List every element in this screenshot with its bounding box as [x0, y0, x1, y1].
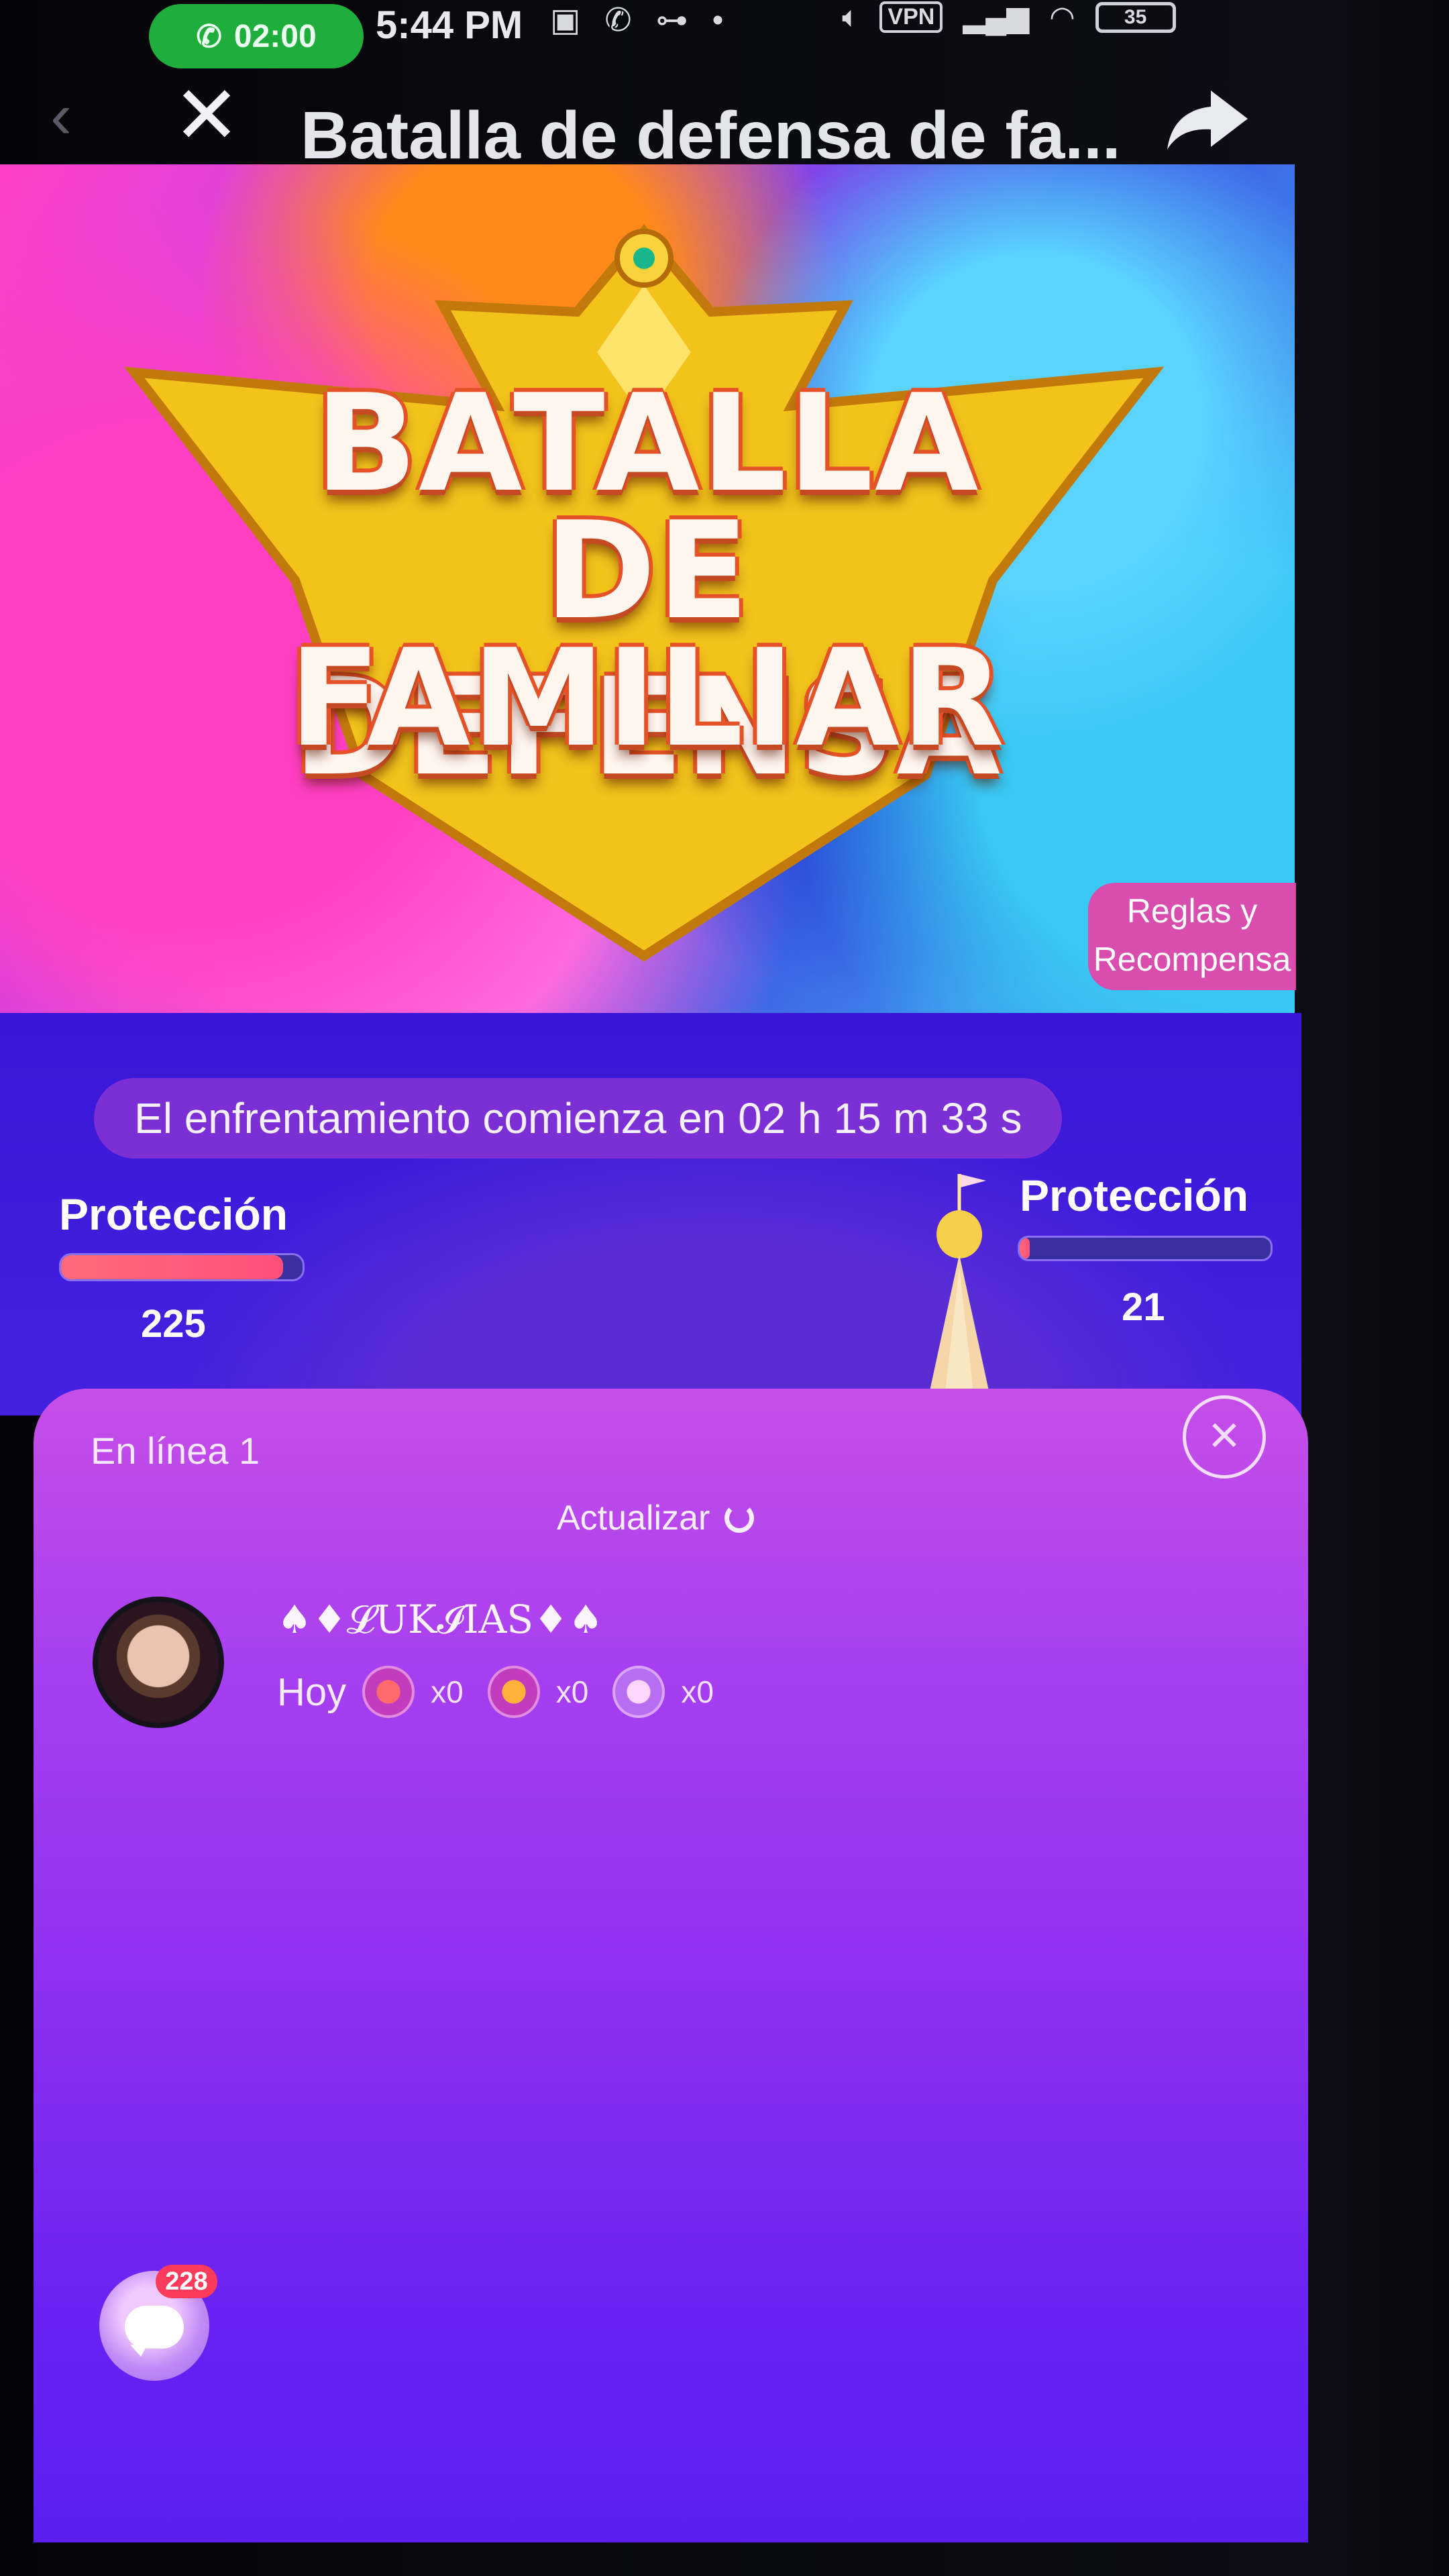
- dot-icon: •: [712, 2, 724, 38]
- today-gifts: Hoy x0 x0 x0: [277, 1666, 722, 1718]
- close-panel-button[interactable]: ×: [1183, 1395, 1266, 1479]
- countdown-timer: El enfrentamiento comienza en 02 h 15 m …: [94, 1078, 1063, 1159]
- left-protection-label: Protección: [59, 1189, 288, 1239]
- close-icon[interactable]: ✕: [166, 75, 247, 159]
- online-count: En línea 1: [91, 1430, 260, 1472]
- refresh-icon: [724, 1503, 755, 1533]
- share-icon[interactable]: [1164, 84, 1251, 158]
- wifi-icon: ◠: [1049, 1, 1075, 34]
- system-icons: 🔈︎ VPN ▂▄▆ ◠ 35: [842, 0, 1176, 34]
- rules-label-line-1: Reglas y: [1126, 892, 1258, 930]
- app-notification-icon: ▣: [550, 3, 581, 38]
- chat-unread-badge: 228: [156, 2265, 217, 2298]
- shield-gift-icon: [612, 1666, 665, 1718]
- key-icon: ⊶: [655, 3, 688, 38]
- status-bar: ✆ 02:00 5:44 PM ▣ ✆ ⊶ • 🔈︎ VPN ▂▄▆ ◠ 35: [0, 0, 1315, 74]
- flame-gift-icon: [362, 1666, 415, 1718]
- clock: 5:44 PM: [376, 3, 523, 47]
- left-protection-fill: [61, 1255, 284, 1279]
- page-title: Batalla de defensa de fa...: [301, 98, 1121, 173]
- avatar[interactable]: [93, 1597, 224, 1728]
- volume-icon: 🔈︎: [842, 0, 860, 34]
- battery-icon: 35: [1095, 1, 1176, 33]
- phone-icon: ✆: [604, 3, 632, 38]
- gift-count: x0: [555, 1674, 589, 1709]
- gift-count: x0: [681, 1674, 714, 1709]
- right-protection-bar: [1018, 1236, 1273, 1261]
- vpn-icon: VPN: [879, 1, 943, 33]
- online-users-panel: En línea 1 × Actualizar ♠♦𝓛UK𝓘IAS♦♠ Hoy …: [34, 1389, 1308, 2542]
- battle-area: El enfrentamiento comienza en 02 h 15 m …: [0, 1013, 1301, 1415]
- back-icon[interactable]: ‹: [50, 84, 91, 150]
- rules-rewards-button[interactable]: Reglas y Recompensa: [1088, 883, 1296, 990]
- title-line-3: FAMILIAR: [288, 621, 1006, 777]
- gift-count: x0: [431, 1674, 464, 1709]
- user-name: ♠♦𝓛UK𝓘IAS♦♠: [277, 1597, 604, 1642]
- top-navigation: ‹ ✕ Batalla de defensa de fa...: [0, 64, 1315, 173]
- chat-icon: [125, 2306, 184, 2357]
- refresh-label: Actualizar: [557, 1499, 710, 1538]
- signal-icon: ▂▄▆: [963, 1, 1030, 34]
- event-title: BATALLA DE DEFENSA FAMILIAR: [195, 366, 1100, 969]
- rules-label-line-2: Recompensa: [1093, 941, 1291, 978]
- call-timer: 02:00: [233, 18, 317, 54]
- fire-gift-icon: [487, 1666, 540, 1718]
- today-label: Hoy: [277, 1670, 347, 1714]
- tower-icon: [924, 1174, 994, 1415]
- right-protection-label: Protección: [1020, 1171, 1249, 1220]
- left-protection-value: 225: [141, 1302, 206, 1346]
- right-protection-value: 21: [1122, 1285, 1165, 1329]
- left-protection-bar: [59, 1253, 305, 1281]
- right-protection-fill: [1020, 1238, 1030, 1259]
- ongoing-call-pill[interactable]: ✆ 02:00: [149, 4, 364, 68]
- phone-icon: ✆: [196, 19, 222, 54]
- user-list-item[interactable]: ♠♦𝓛UK𝓘IAS♦♠ Hoy x0 x0 x0: [93, 1597, 1233, 1744]
- refresh-button[interactable]: Actualizar: [557, 1498, 755, 1538]
- notification-icons: ▣ ✆ ⊶ •: [550, 1, 723, 39]
- phone-screen: ✆ 02:00 5:44 PM ▣ ✆ ⊶ • 🔈︎ VPN ▂▄▆ ◠ 35 …: [0, 0, 1449, 2576]
